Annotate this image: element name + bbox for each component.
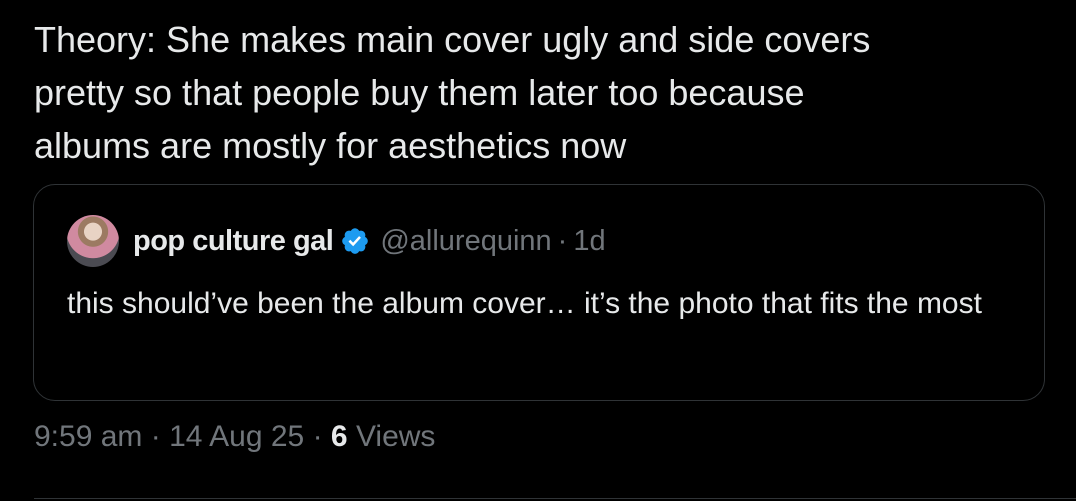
separator-dot: · xyxy=(150,420,161,453)
quoted-timestamp[interactable]: 1d xyxy=(573,225,605,258)
tweet-time[interactable]: 9:59 am xyxy=(34,420,142,453)
tweet-date[interactable]: 14 Aug 25 xyxy=(169,420,304,453)
avatar[interactable] xyxy=(67,215,119,267)
views-label[interactable]: Views xyxy=(356,420,435,453)
verified-badge-icon xyxy=(340,226,370,256)
separator-dot: · xyxy=(312,420,323,453)
tweet-text: Theory: She makes main cover ugly and si… xyxy=(34,19,871,166)
divider xyxy=(34,498,1076,499)
quoted-handle[interactable]: @allurequinn xyxy=(380,225,551,258)
tweet-meta: 9:59 am · 14 Aug 25 · 6 Views xyxy=(34,420,435,454)
separator-dot: · xyxy=(557,224,568,257)
quoted-tweet-header: pop culture gal @allurequinn · 1d xyxy=(67,213,606,269)
views-count[interactable]: 6 xyxy=(331,420,348,453)
quoted-tweet-card[interactable]: pop culture gal @allurequinn · 1d this s… xyxy=(33,184,1045,401)
quoted-tweet-text: this should’ve been the album cover… it’… xyxy=(67,287,982,320)
quoted-display-name[interactable]: pop culture gal xyxy=(133,225,334,258)
